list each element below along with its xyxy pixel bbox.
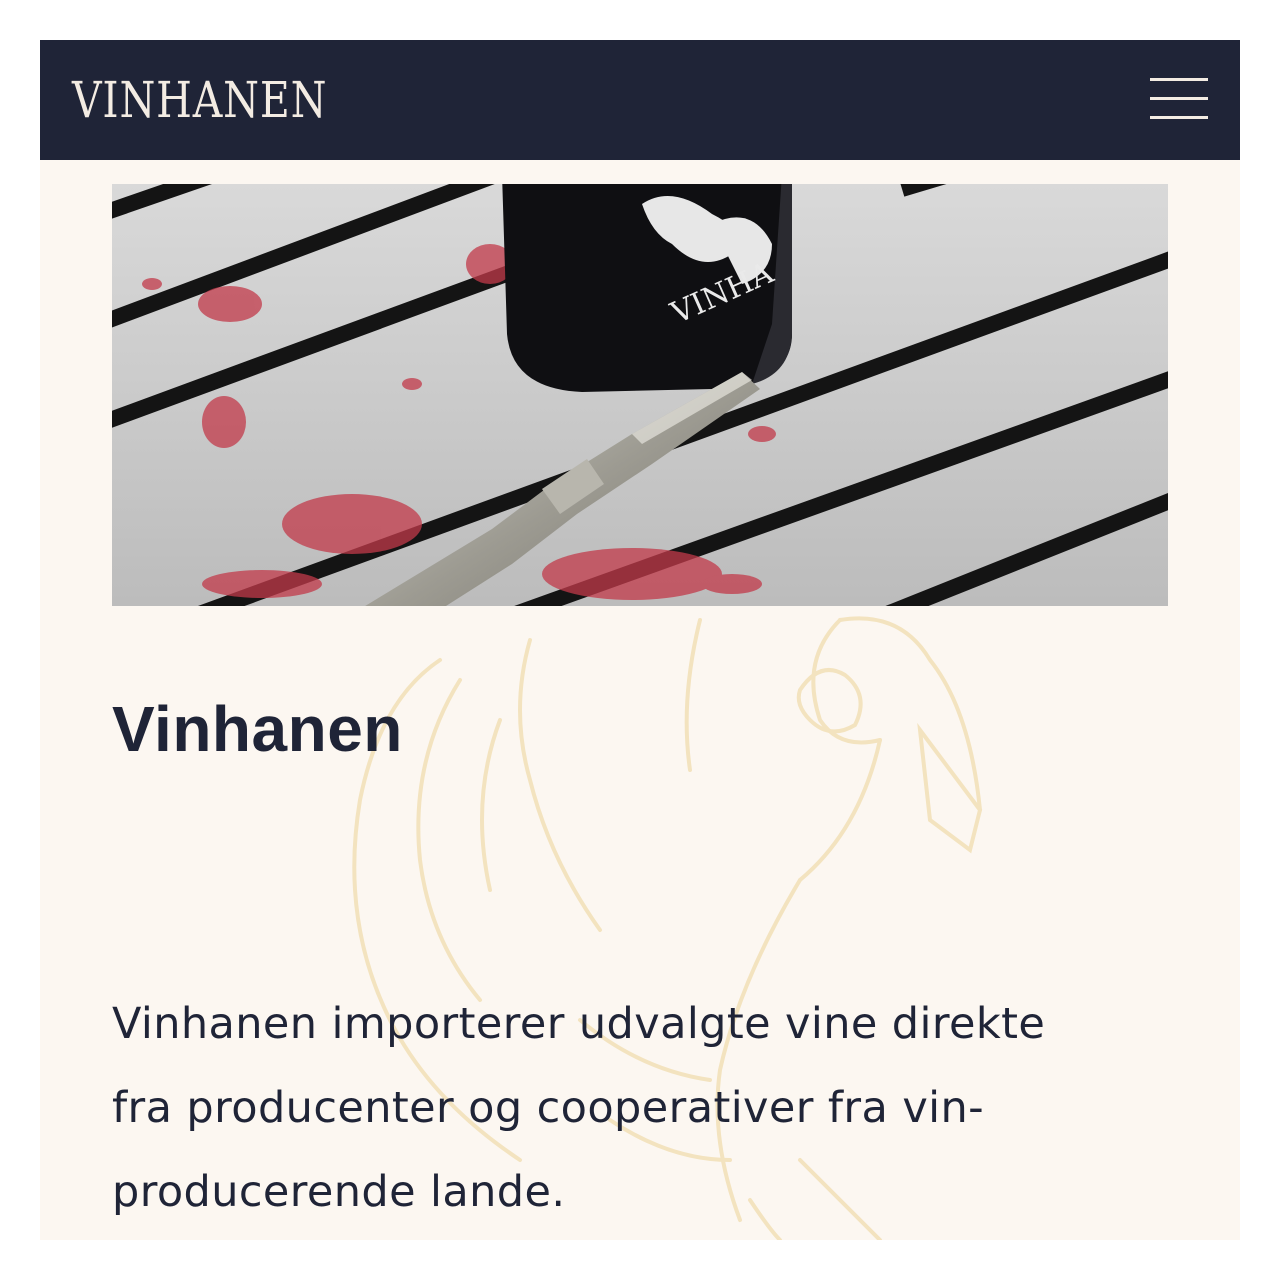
hero-image: VINHA [112,184,1168,606]
page-title: Vinhanen [112,693,403,765]
intro-line: producerende lande. [112,1167,566,1217]
page-frame: VINHANEN VINHA Vinhanen Vinhanen importe… [40,40,1240,1240]
top-navbar: VINHANEN [40,40,1240,160]
menu-bar-line [1150,97,1208,100]
intro-line: Vinhanen importerer udvalgte vine direkt… [112,999,1046,1049]
intro-paragraph: Vinhanen importerer udvalgte vine direkt… [112,982,1172,1234]
menu-bar-line [1150,116,1208,119]
hero-photo-wine-bottle: VINHA [112,184,1168,606]
menu-bar-line [1150,78,1208,81]
intro-line: fra producenter og cooperativer fra vin- [112,1083,985,1133]
hamburger-menu-icon[interactable] [1144,70,1208,130]
site-logo[interactable]: VINHANEN [72,68,327,132]
